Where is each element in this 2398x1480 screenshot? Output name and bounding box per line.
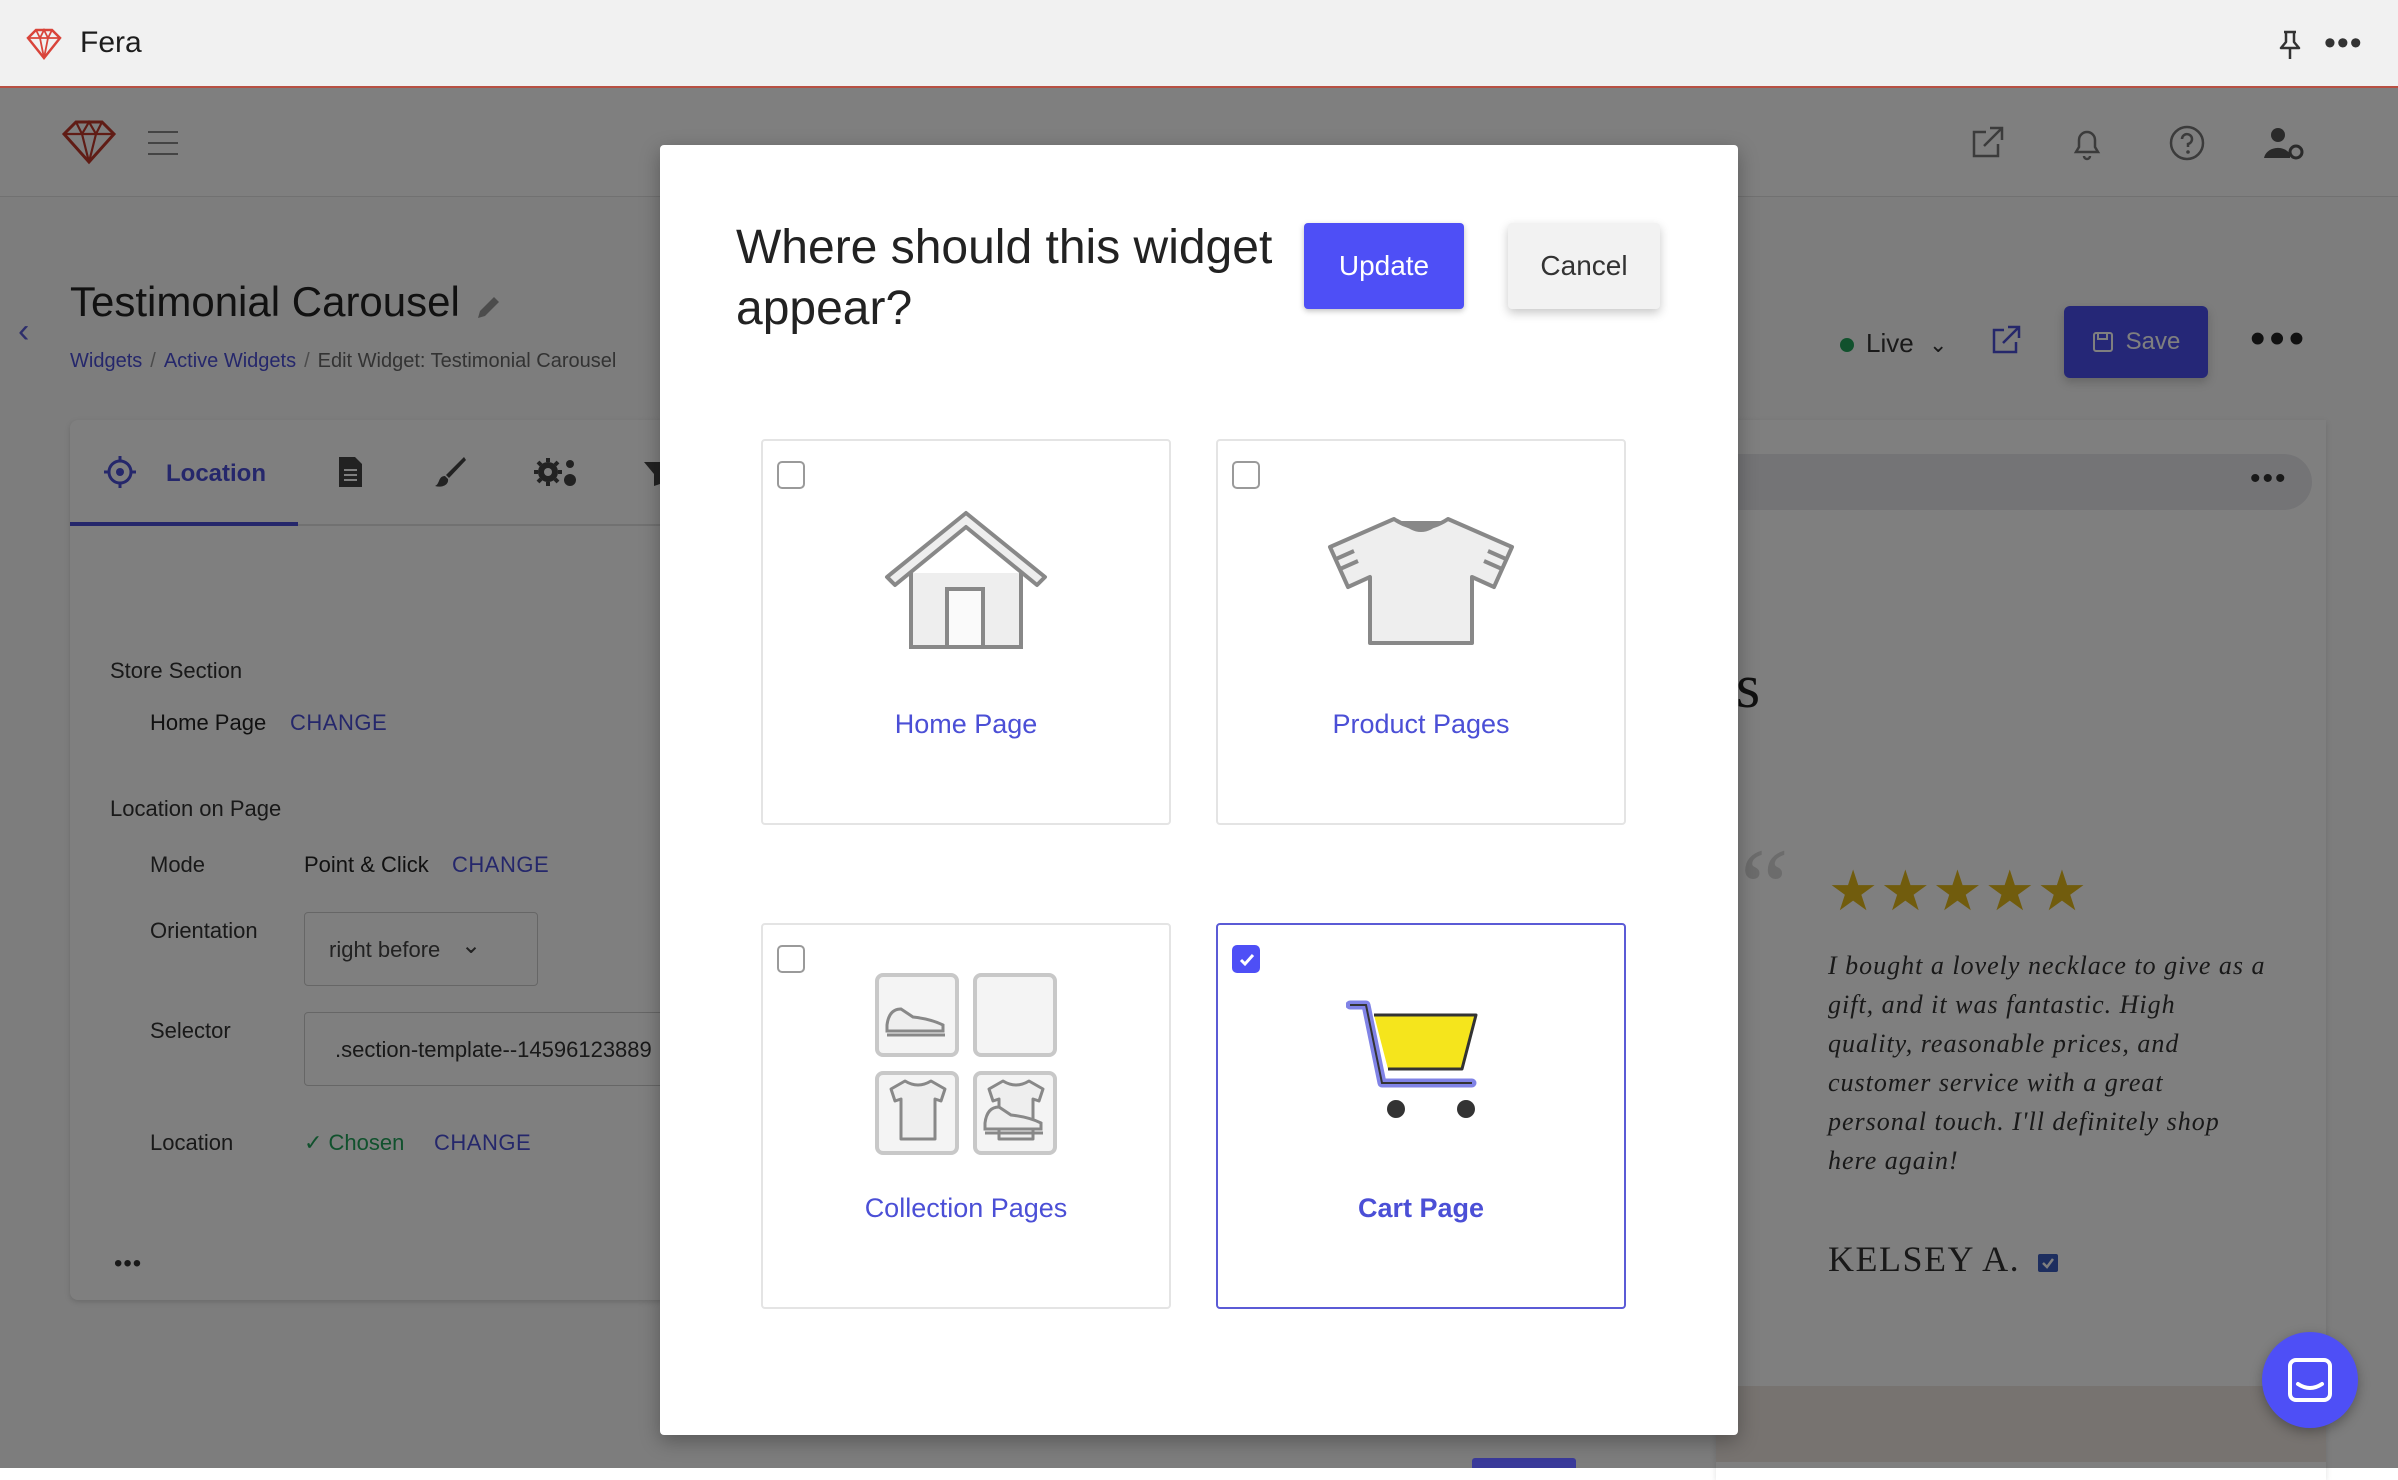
chat-launcher-button[interactable] xyxy=(2262,1332,2358,1428)
collection-grid-icon xyxy=(875,973,1057,1160)
home-page-checkbox[interactable] xyxy=(777,461,805,489)
option-card-home-page[interactable]: Home Page xyxy=(761,439,1171,825)
house-icon xyxy=(883,509,1049,654)
option-card-collection-pages[interactable]: Collection Pages xyxy=(761,923,1171,1309)
cancel-button[interactable]: Cancel xyxy=(1508,223,1660,309)
cart-page-label: Cart Page xyxy=(1357,1193,1485,1223)
fera-logo-icon xyxy=(24,24,64,64)
bottom-tab-indicator xyxy=(1472,1458,1576,1468)
cart-page-checkbox[interactable] xyxy=(1232,945,1260,973)
product-pages-label: Product Pages xyxy=(1332,709,1510,739)
product-pages-checkbox[interactable] xyxy=(1232,461,1260,489)
tshirt-icon xyxy=(1326,515,1516,654)
checkmark-icon xyxy=(1239,954,1255,967)
modal-title: Where should this widget appear? xyxy=(736,221,1273,335)
pin-icon[interactable] xyxy=(2274,28,2306,62)
collection-pages-label: Collection Pages xyxy=(864,1193,1068,1223)
option-card-product-pages[interactable]: Product Pages xyxy=(1216,439,1626,825)
home-page-label: Home Page xyxy=(894,709,1038,739)
chat-bubble-icon xyxy=(2288,1358,2332,1402)
window-title-bar: Fera ••• xyxy=(0,0,2398,88)
collection-pages-checkbox[interactable] xyxy=(777,945,805,973)
widget-location-modal: Where should this widget appear? Update … xyxy=(660,145,1738,1435)
shopping-cart-icon xyxy=(1345,997,1496,1132)
update-button[interactable]: Update xyxy=(1304,223,1464,309)
option-card-cart-page[interactable]: Cart Page xyxy=(1216,923,1626,1309)
app-name: Fera xyxy=(80,26,142,59)
window-more-button[interactable]: ••• xyxy=(2324,26,2368,60)
